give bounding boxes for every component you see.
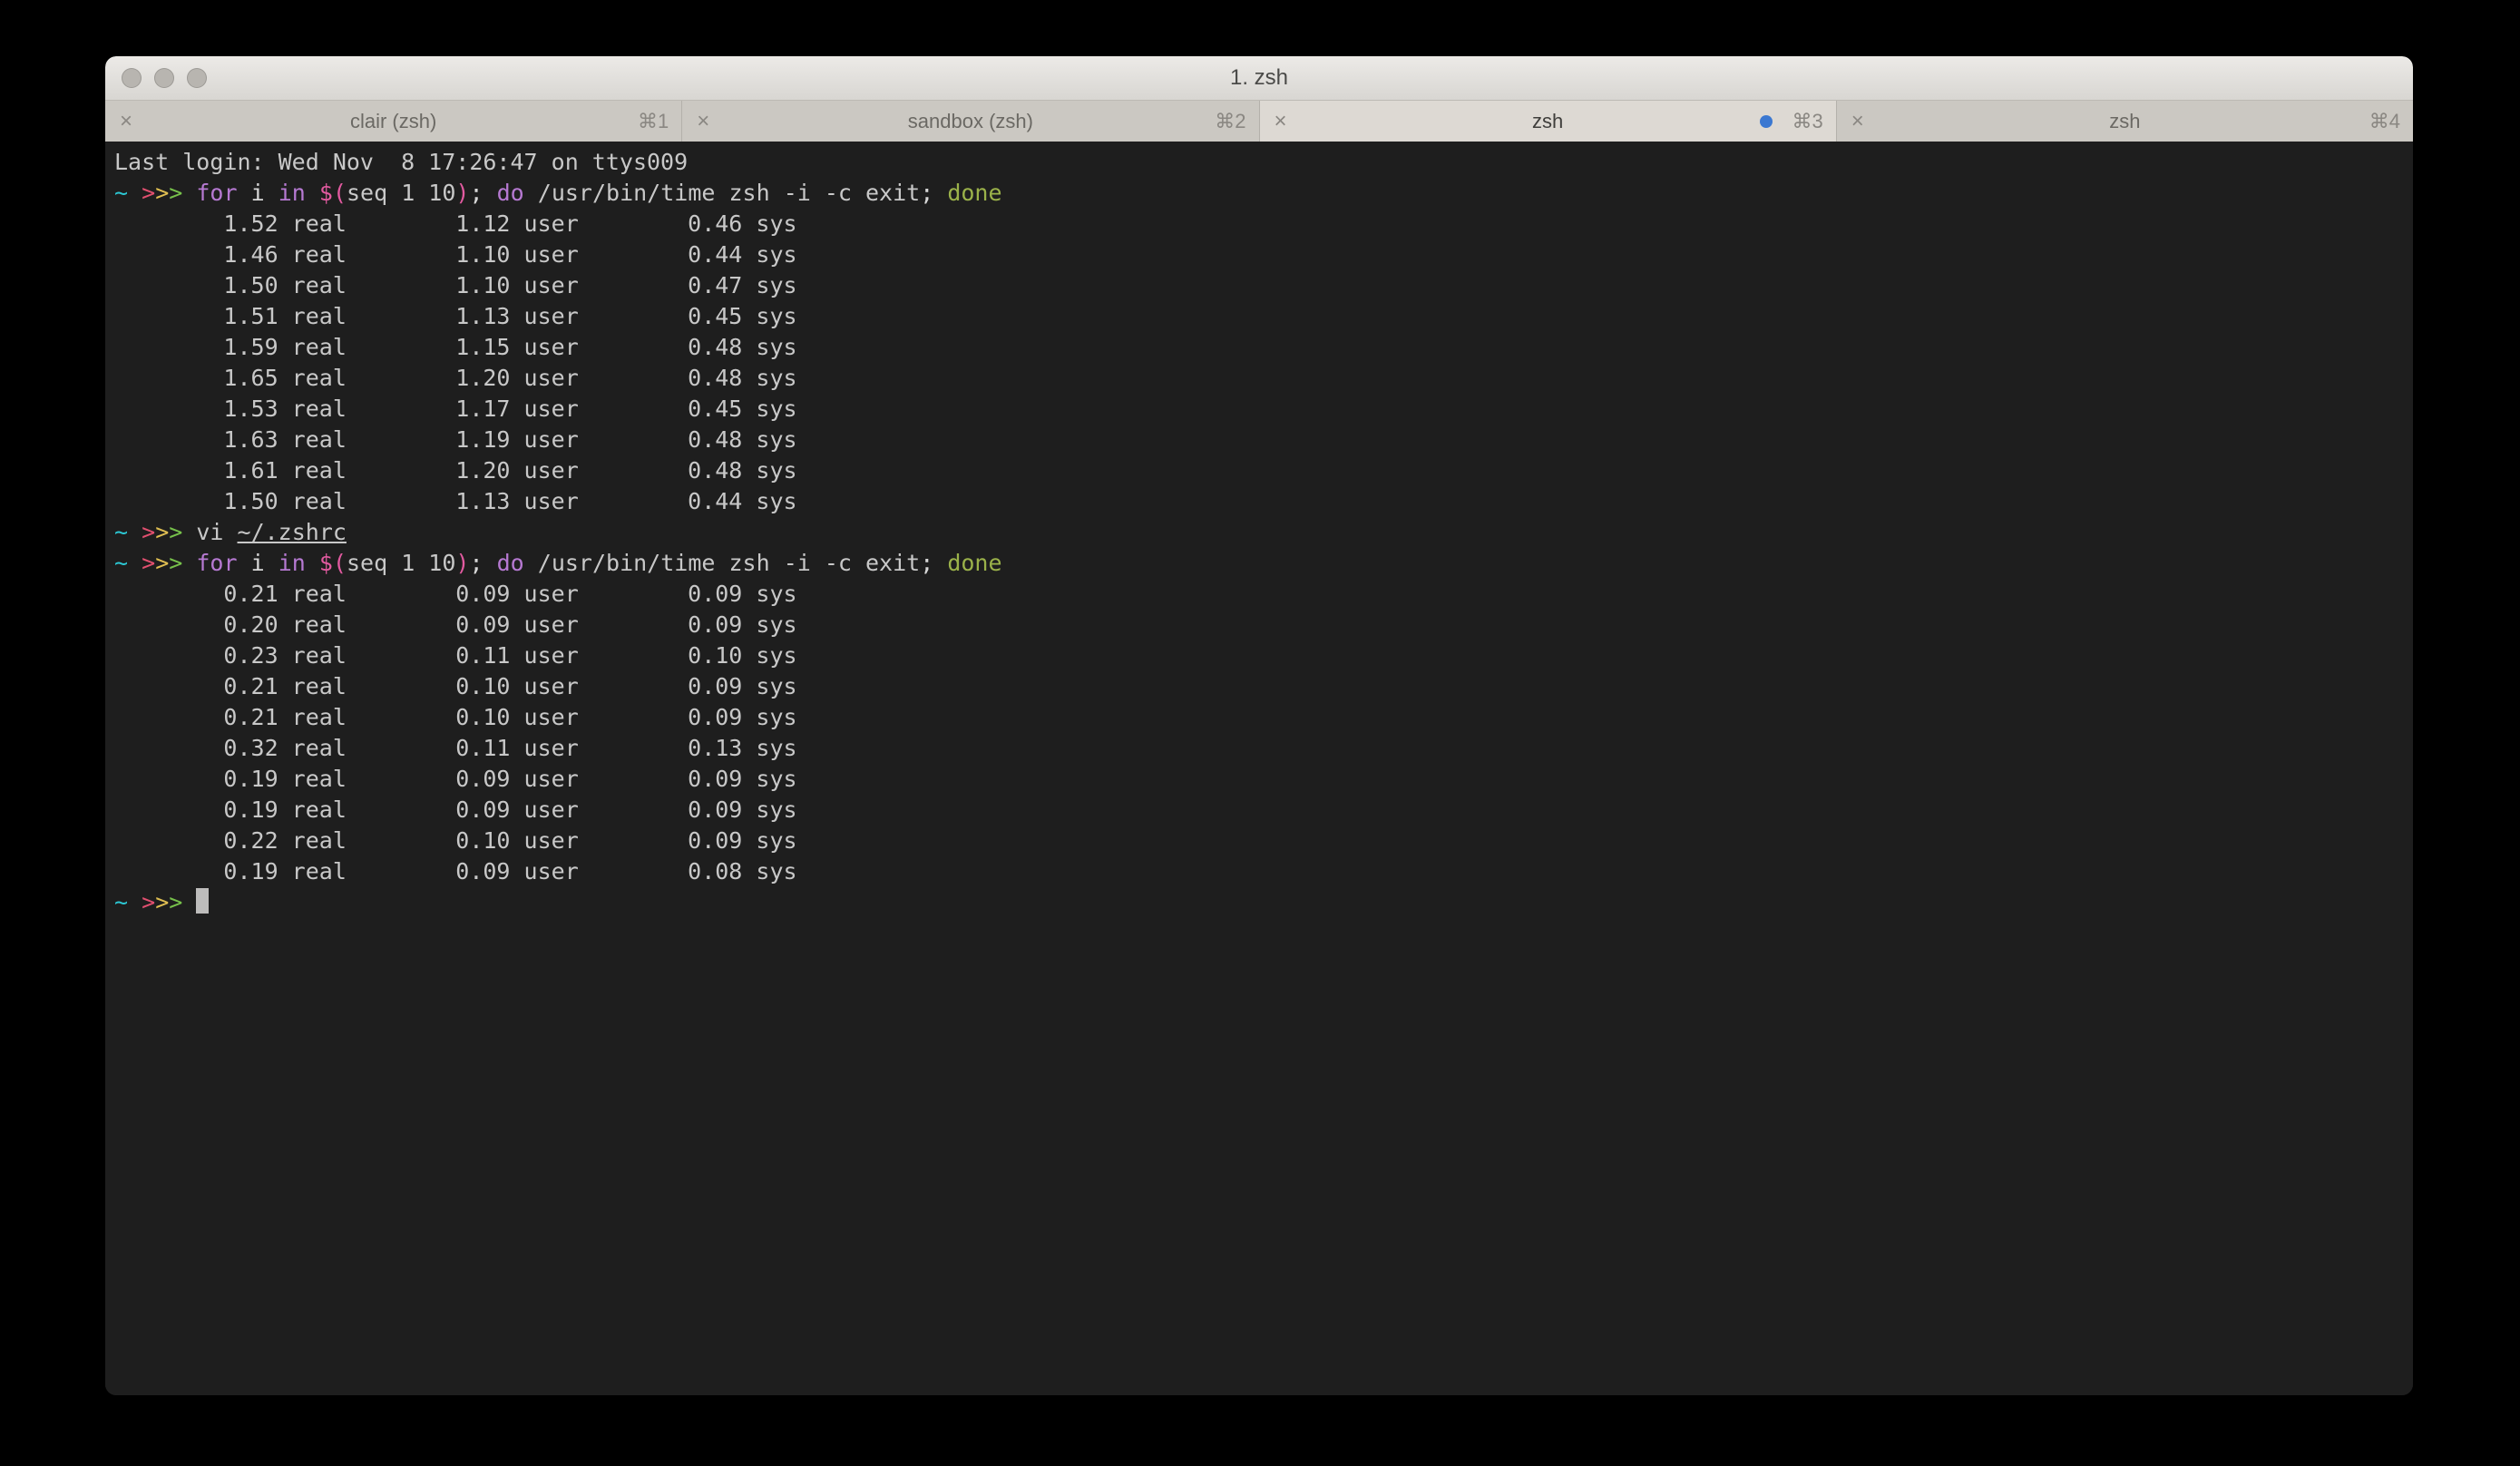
prompt-line: ~ >>> for i in $(seq 1 10); do /usr/bin/…	[114, 548, 2404, 579]
timing-row: 1.50 real 1.10 user 0.47 sys	[114, 270, 2404, 301]
close-tab-icon[interactable]: ×	[1260, 109, 1302, 134]
timing-row: 0.23 real 0.11 user 0.10 sys	[114, 640, 2404, 671]
timing-row: 1.52 real 1.12 user 0.46 sys	[114, 209, 2404, 239]
close-tab-icon[interactable]: ×	[1837, 109, 1879, 134]
prompt-line: ~ >>> for i in $(seq 1 10); do /usr/bin/…	[114, 178, 2404, 209]
login-line: Last login: Wed Nov 8 17:26:47 on ttys00…	[114, 147, 2404, 178]
prompt-line: ~ >>>	[114, 887, 2404, 918]
tab-shortcut: ⌘2	[1215, 110, 1245, 133]
minimize-window-button[interactable]	[154, 68, 174, 88]
timing-row: 1.46 real 1.10 user 0.44 sys	[114, 239, 2404, 270]
timing-row: 0.32 real 0.11 user 0.13 sys	[114, 733, 2404, 764]
timing-row: 0.19 real 0.09 user 0.09 sys	[114, 764, 2404, 795]
timing-row: 0.19 real 0.09 user 0.09 sys	[114, 795, 2404, 826]
timing-row: 1.50 real 1.13 user 0.44 sys	[114, 486, 2404, 517]
tab-shortcut: ⌘3	[1792, 110, 1823, 133]
timing-row: 1.65 real 1.20 user 0.48 sys	[114, 363, 2404, 394]
traffic-lights	[105, 68, 207, 88]
timing-row: 1.63 real 1.19 user 0.48 sys	[114, 425, 2404, 455]
tab-2[interactable]: × sandbox (zsh) ⌘2	[682, 101, 1259, 142]
tab-label: clair (zsh)	[105, 110, 681, 133]
tab-1[interactable]: × clair (zsh) ⌘1	[105, 101, 682, 142]
timing-row: 1.53 real 1.17 user 0.45 sys	[114, 394, 2404, 425]
tab-shortcut: ⌘1	[638, 110, 669, 133]
cursor	[196, 888, 209, 914]
zoom-window-button[interactable]	[187, 68, 207, 88]
tab-bar: × clair (zsh) ⌘1 × sandbox (zsh) ⌘2 × zs…	[105, 100, 2413, 142]
prompt-line: ~ >>> vi ~/.zshrc	[114, 517, 2404, 548]
tab-shortcut: ⌘4	[2369, 110, 2400, 133]
titlebar: 1. zsh	[105, 56, 2413, 100]
close-window-button[interactable]	[122, 68, 142, 88]
terminal-output[interactable]: Last login: Wed Nov 8 17:26:47 on ttys00…	[105, 142, 2413, 1395]
tab-3[interactable]: × zsh ⌘3	[1260, 101, 1837, 142]
timing-row: 1.61 real 1.20 user 0.48 sys	[114, 455, 2404, 486]
close-tab-icon[interactable]: ×	[105, 109, 147, 134]
timing-row: 0.19 real 0.09 user 0.08 sys	[114, 856, 2404, 887]
timing-row: 1.51 real 1.13 user 0.45 sys	[114, 301, 2404, 332]
timing-row: 0.20 real 0.09 user 0.09 sys	[114, 610, 2404, 640]
tab-4[interactable]: × zsh ⌘4	[1837, 101, 2413, 142]
tab-label: sandbox (zsh)	[682, 110, 1258, 133]
timing-row: 0.21 real 0.10 user 0.09 sys	[114, 702, 2404, 733]
tab-label: zsh	[1837, 110, 2413, 133]
unsaved-dot-icon	[1760, 115, 1773, 128]
tab-label: zsh	[1260, 110, 1836, 133]
terminal-window: 1. zsh × clair (zsh) ⌘1 × sandbox (zsh) …	[105, 56, 2413, 1395]
close-tab-icon[interactable]: ×	[682, 109, 724, 134]
timing-row: 0.21 real 0.10 user 0.09 sys	[114, 671, 2404, 702]
timing-row: 0.22 real 0.10 user 0.09 sys	[114, 826, 2404, 856]
timing-row: 1.59 real 1.15 user 0.48 sys	[114, 332, 2404, 363]
timing-row: 0.21 real 0.09 user 0.09 sys	[114, 579, 2404, 610]
window-title: 1. zsh	[105, 65, 2413, 91]
